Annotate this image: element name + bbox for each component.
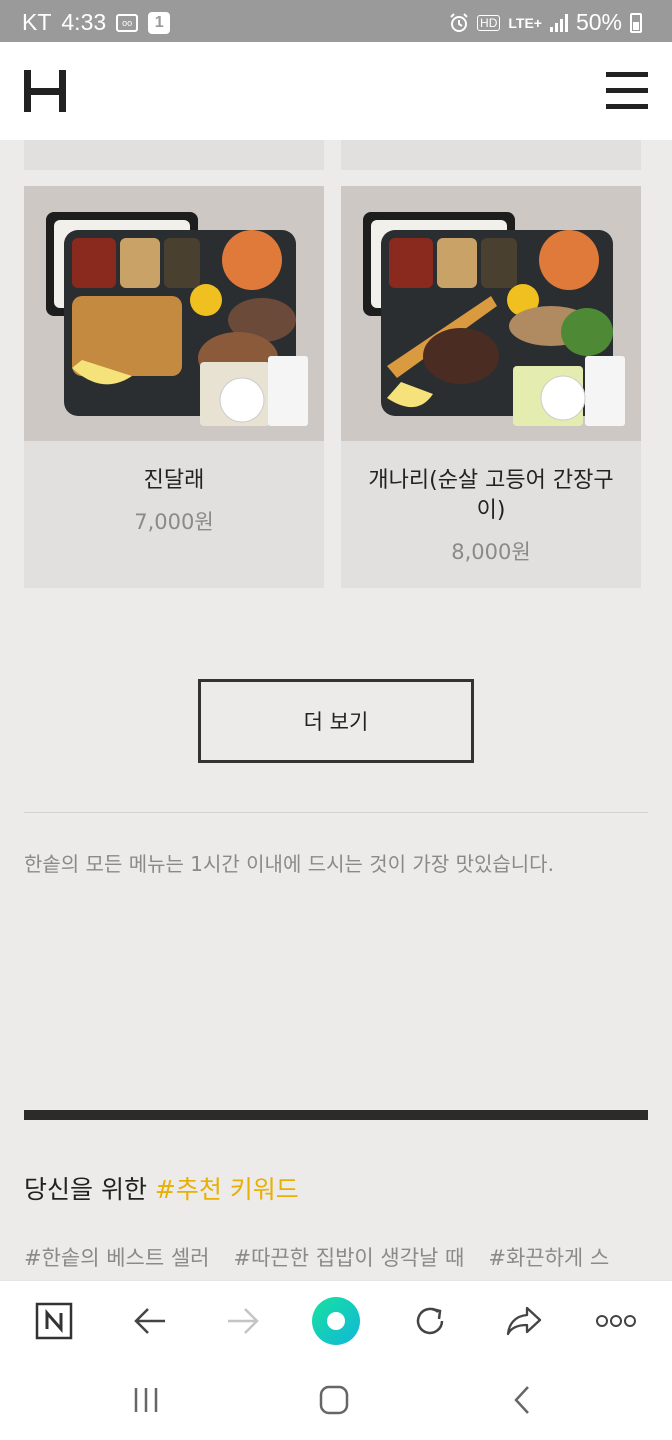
product-image bbox=[24, 186, 324, 441]
site-header bbox=[0, 42, 672, 140]
product-name[interactable]: 개나리(순살 고등어 간장구이) bbox=[355, 466, 627, 526]
product-price: 8,000원 bbox=[451, 540, 531, 564]
clock: 4:33 bbox=[61, 9, 107, 35]
share-icon[interactable] bbox=[494, 1281, 554, 1361]
divider bbox=[24, 812, 648, 813]
home-icon[interactable] bbox=[304, 1360, 364, 1440]
keyword-tag[interactable]: #따끈한 집밥이 생각날 때 bbox=[234, 1242, 465, 1272]
carrier-label: KT bbox=[22, 9, 52, 35]
green-dot-icon[interactable] bbox=[306, 1281, 366, 1361]
recommended-keywords-title: 당신을 위한 #추천 키워드 bbox=[24, 1170, 299, 1206]
product-card[interactable]: 진달래 7,000원 bbox=[24, 186, 324, 588]
notification-count-icon: 1 bbox=[148, 11, 171, 34]
back-arrow-icon[interactable] bbox=[120, 1281, 180, 1361]
hansot-h-logo-icon[interactable] bbox=[24, 70, 66, 112]
system-navigation-bar bbox=[0, 1360, 672, 1440]
voicemail-icon: oo bbox=[116, 13, 139, 32]
product-card[interactable]: 개나리(순살 고등어 간장구이) 8,000원 bbox=[341, 186, 641, 588]
keyword-tag[interactable]: #한솥의 베스트 셀러 bbox=[24, 1242, 210, 1272]
battery-icon bbox=[630, 12, 642, 33]
freshness-notice: 한솥의 모든 메뉴는 1시간 이내에 드시는 것이 가장 맛있습니다. bbox=[24, 852, 554, 876]
load-more-button[interactable]: 더 보기 bbox=[198, 679, 474, 763]
back-icon[interactable] bbox=[492, 1360, 552, 1440]
hamburger-menu-icon[interactable] bbox=[606, 72, 648, 110]
status-bar: KT 4:33 oo 1 HD LTE+ 50% bbox=[0, 0, 672, 42]
browser-toolbar bbox=[0, 1280, 672, 1360]
network-type-icon: LTE+ bbox=[508, 14, 542, 31]
product-card-previous[interactable] bbox=[24, 140, 324, 170]
battery-percent: 50% bbox=[575, 9, 622, 35]
forward-arrow-icon[interactable] bbox=[213, 1281, 273, 1361]
more-dots-icon[interactable] bbox=[586, 1281, 646, 1361]
keyword-tag[interactable]: #화끈하게 스 bbox=[488, 1242, 609, 1272]
product-image bbox=[341, 186, 641, 441]
product-card-previous[interactable] bbox=[341, 140, 641, 170]
keyword-tag-list: #한솥의 베스트 셀러 #따끈한 집밥이 생각날 때 #화끈하게 스 bbox=[24, 1242, 609, 1272]
product-price: 7,000원 bbox=[134, 510, 214, 534]
hd-voice-icon: HD bbox=[477, 14, 501, 31]
product-name[interactable]: 진달래 bbox=[34, 466, 314, 496]
naver-home-icon[interactable] bbox=[24, 1281, 84, 1361]
section-divider bbox=[24, 1110, 648, 1120]
signal-strength-icon bbox=[549, 13, 568, 32]
refresh-icon[interactable] bbox=[400, 1281, 460, 1361]
keywords-title-accent: #추천 키워드 bbox=[154, 1175, 299, 1204]
keywords-title-text: 당신을 위한 bbox=[24, 1175, 147, 1204]
recent-apps-icon[interactable] bbox=[116, 1360, 176, 1440]
alarm-icon bbox=[450, 12, 468, 32]
